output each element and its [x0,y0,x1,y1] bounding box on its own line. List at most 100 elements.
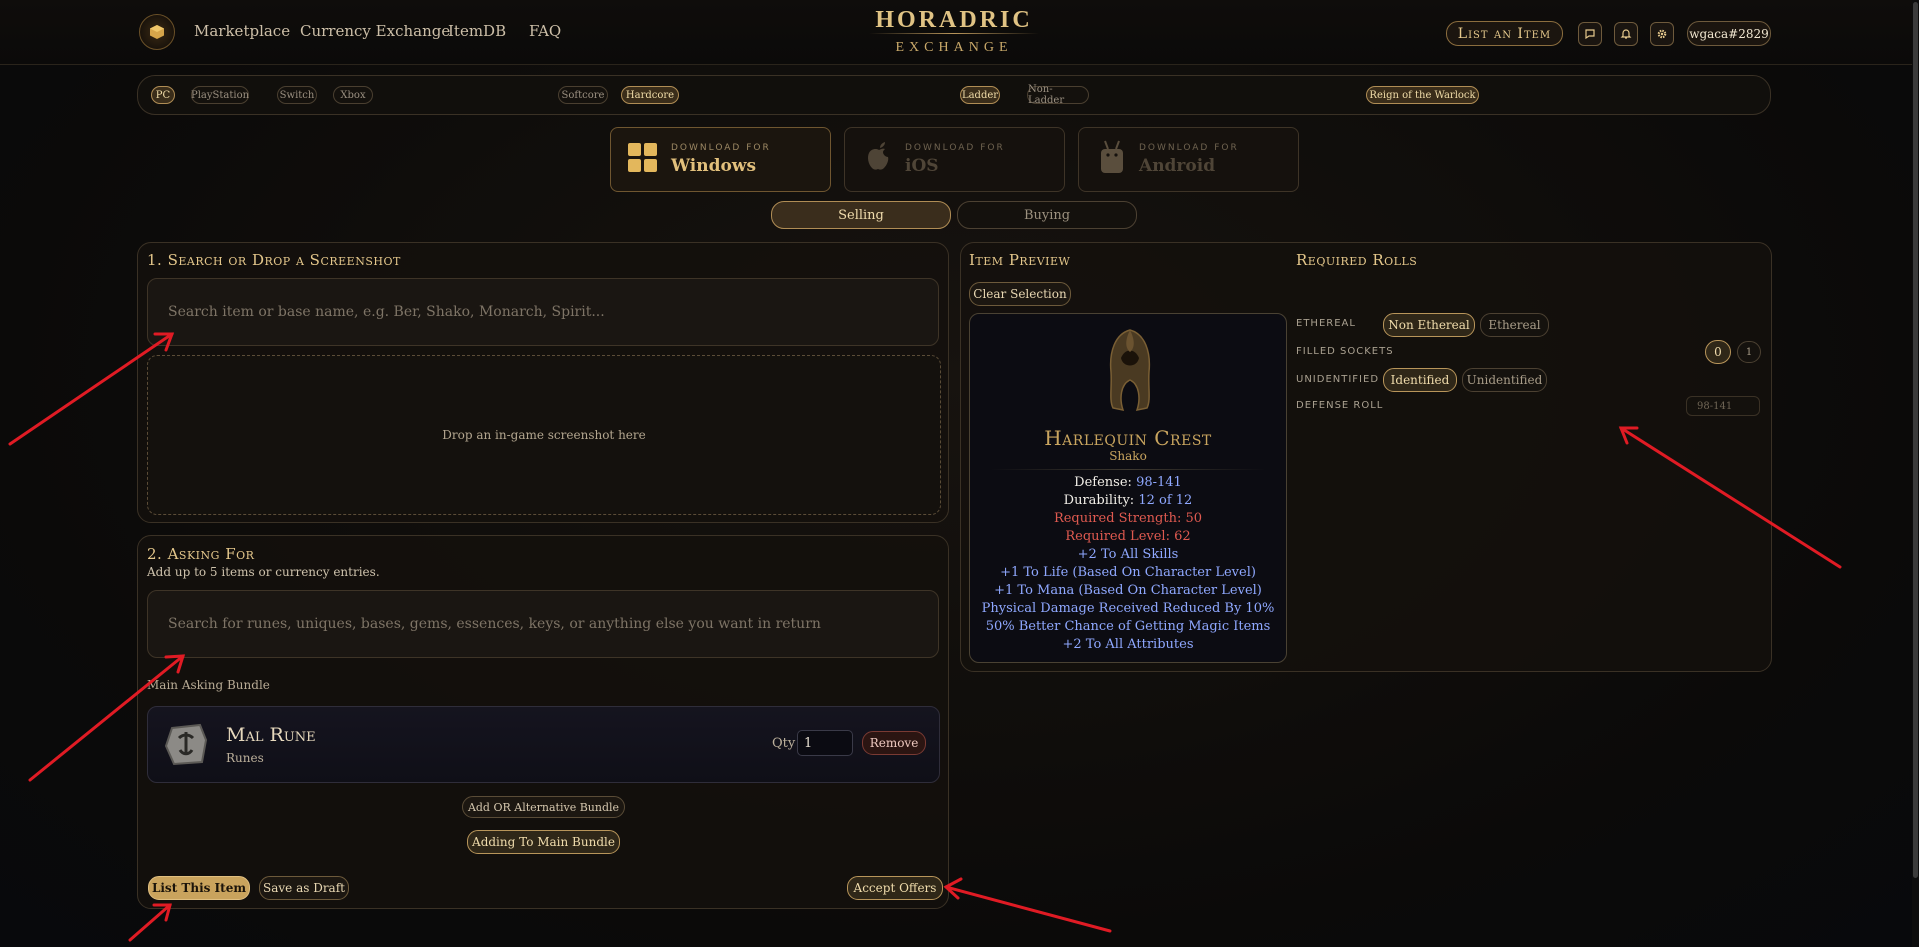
required-strength: Required Strength: 50 [1053,511,1203,526]
scrollbar-track[interactable] [1912,0,1919,947]
brand-logo[interactable]: HORADRIC EXCHANGE [868,6,1040,58]
nav-itemdb[interactable]: ItemDB [448,22,506,40]
filter-hardcore[interactable]: Hardcore [621,86,679,104]
cube-icon [150,25,164,39]
required-rolls-title: Required Rolls [1296,251,1418,269]
download-android-button[interactable]: DOWNLOAD FOR Android [1078,127,1299,192]
filter-playstation[interactable]: PlayStation [191,86,249,104]
add-or-alternative-bundle-button[interactable]: Add OR Alternative Bundle [462,796,625,818]
qty-label: Qty [772,736,796,751]
filter-xbox[interactable]: Xbox [333,86,373,104]
filter-softcore[interactable]: Softcore [558,86,608,104]
bundle-item-type: Runes [226,751,264,765]
bell-icon [1620,29,1632,39]
chat-icon [1585,29,1595,40]
item-base: Shako [1109,449,1147,463]
download-windows-label: Windows [671,156,757,176]
unidentified-option[interactable]: Unidentified [1462,368,1547,392]
filter-season[interactable]: Reign of the Warlock [1366,86,1479,104]
nav-marketplace[interactable]: Marketplace [194,22,290,40]
main-bundle-label: Main Asking Bundle [147,678,270,692]
qty-value: 1 [804,735,813,751]
required-level: Required Level: 62 [1065,529,1191,544]
asking-search-placeholder: Search for runes, uniques, bases, gems, … [168,616,821,632]
defense-value: 98-141 [1136,475,1182,490]
annotation-arrow [128,903,172,942]
nav-faq[interactable]: FAQ [529,22,561,40]
user-menu[interactable]: wgaca#2829 [1687,21,1771,46]
download-ios-label: iOS [905,156,939,176]
filter-bar: PC PlayStation Switch Xbox Softcore Hard… [137,75,1771,115]
tab-buying[interactable]: Buying [957,201,1137,229]
download-windows-caption: DOWNLOAD FOR [671,143,771,153]
main-asking-bundle: Mal Rune Runes Qty 1 Remove [147,706,940,783]
asking-panel-subtitle: Add up to 5 items or currency entries. [147,565,380,579]
ethereal-option[interactable]: Ethereal [1480,313,1549,337]
defense-line: Defense: 98-141 [970,475,1286,490]
durability-line: Durability: 12 of 12 [970,493,1286,508]
defense-roll-input[interactable]: 98-141 [1686,396,1760,416]
item-search-placeholder: Search item or base name, e.g. Ber, Shak… [168,304,605,320]
screenshot-dropzone[interactable]: Drop an in-game screenshot here [147,355,941,515]
brand-title: HORADRIC [875,7,1033,33]
settings-button[interactable] [1650,22,1674,46]
nav-currency-exchange[interactable]: Currency Exchange [300,22,450,40]
filter-pc[interactable]: PC [151,86,175,104]
mod-line: Physical Damage Received Reduced By 10% [981,601,1275,616]
save-as-draft-button[interactable]: Save as Draft [259,876,349,900]
list-an-item-button[interactable]: List an Item [1446,21,1563,46]
harlequin-crest-icon [1109,329,1151,411]
unidentified-label: UNIDENTIFIED [1296,374,1380,385]
windows-icon [628,143,657,172]
defense-roll-label: DEFENSE ROLL [1296,400,1384,411]
item-name: Harlequin Crest [1044,426,1212,450]
mod-line: +2 To All Attributes [1062,637,1194,652]
top-header: Marketplace Currency Exchange ItemDB FAQ… [0,0,1912,65]
sockets-1-option[interactable]: 1 [1737,341,1761,363]
mod-line: +1 To Mana (Based On Character Level) [994,583,1262,598]
identified-option[interactable]: Identified [1383,368,1457,392]
tab-selling[interactable]: Selling [771,201,951,229]
download-windows-button[interactable]: DOWNLOAD FOR Windows [610,127,831,192]
dropzone-text: Drop an in-game screenshot here [442,428,646,442]
search-panel-title: 1. Search or Drop a Screenshot [147,251,401,269]
annotation-arrow [944,885,1112,933]
mod-line: +2 To All Skills [1077,547,1179,562]
defense-roll-placeholder: 98-141 [1697,400,1733,412]
download-android-label: Android [1139,156,1216,176]
download-android-caption: DOWNLOAD FOR [1139,143,1239,153]
defense-label: Defense: [1074,475,1132,490]
scrollbar-thumb[interactable] [1913,2,1918,878]
preview-divider [990,469,1266,470]
android-icon [1101,140,1123,173]
apple-icon [868,142,889,170]
filter-switch[interactable]: Switch [277,86,317,104]
mal-rune-icon [164,723,208,766]
item-preview-card: Harlequin Crest Shako Defense: 98-141 Du… [969,313,1287,663]
qty-input[interactable]: 1 [797,730,853,756]
download-ios-button[interactable]: DOWNLOAD FOR iOS [844,127,1065,192]
chat-button[interactable] [1578,22,1602,46]
item-search-input[interactable]: Search item or base name, e.g. Ber, Shak… [147,278,939,346]
mod-line: 50% Better Chance of Getting Magic Items [985,619,1271,634]
remove-button[interactable]: Remove [862,731,926,755]
accept-offers-button[interactable]: Accept Offers [847,876,943,900]
mod-line: +1 To Life (Based On Character Level) [1000,565,1256,580]
sockets-0-option[interactable]: 0 [1705,340,1731,364]
filter-ladder[interactable]: Ladder [960,86,1000,104]
list-this-item-button[interactable]: List This Item [148,876,250,900]
item-preview-title: Item Preview [969,251,1071,269]
brand-divider [869,33,1039,34]
brand-subtitle: EXCHANGE [895,40,1013,55]
gear-icon [1657,29,1667,39]
site-logo[interactable] [139,14,175,50]
notifications-button[interactable] [1614,22,1638,46]
asking-panel-title: 2. Asking For [147,545,255,563]
filled-sockets-label: FILLED SOCKETS [1296,346,1394,357]
non-ethereal-option[interactable]: Non Ethereal [1383,313,1475,337]
clear-selection-button[interactable]: Clear Selection [969,282,1071,306]
filter-non-ladder[interactable]: Non-Ladder [1027,84,1089,106]
durability-value: 12 of 12 [1138,493,1193,508]
adding-to-main-bundle-button[interactable]: Adding To Main Bundle [467,830,620,854]
asking-search-input[interactable]: Search for runes, uniques, bases, gems, … [147,590,939,658]
